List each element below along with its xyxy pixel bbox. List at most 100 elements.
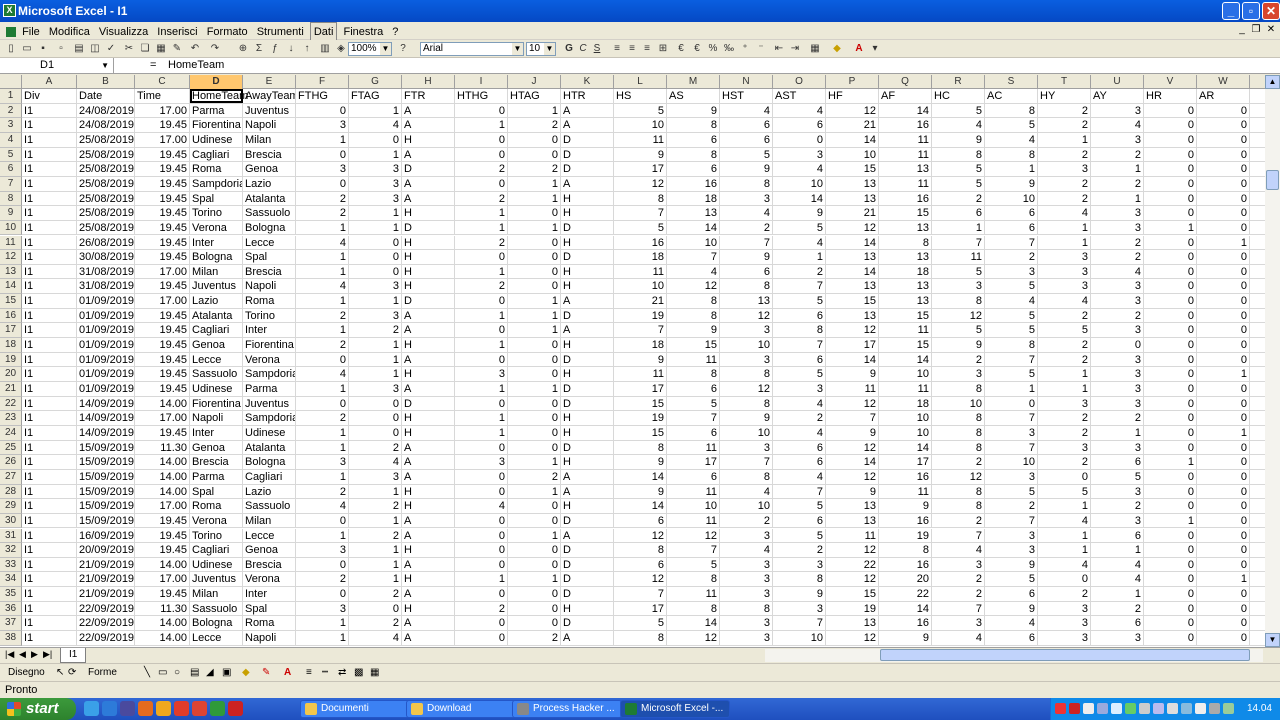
header-cell[interactable]: FTAG [349, 89, 402, 103]
table-cell[interactable]: 5 [985, 323, 1038, 338]
table-cell[interactable]: 0 [296, 352, 349, 367]
table-cell[interactable]: 19.45 [135, 367, 190, 382]
table-cell[interactable]: 4 [932, 631, 985, 646]
table-cell[interactable]: H [402, 499, 455, 514]
table-cell[interactable]: 1 [455, 425, 508, 440]
table-cell[interactable]: 1 [296, 220, 349, 235]
table-cell[interactable]: 7 [773, 616, 826, 631]
table-cell[interactable]: 16 [879, 469, 932, 484]
row-header[interactable]: 30 [0, 513, 22, 529]
table-cell[interactable]: 8 [932, 382, 985, 396]
row-header[interactable]: 31 [0, 528, 22, 544]
table-cell[interactable]: D [561, 308, 614, 323]
tray-icon[interactable] [1111, 703, 1122, 714]
table-cell[interactable]: 0 [1144, 411, 1197, 426]
table-cell[interactable]: A [402, 616, 455, 631]
row-header[interactable]: 28 [0, 484, 22, 500]
table-cell[interactable]: 3 [1038, 631, 1091, 646]
column-header-q[interactable]: Q [879, 75, 932, 89]
table-cell[interactable]: 1 [296, 382, 349, 396]
table-cell[interactable]: 0 [455, 513, 508, 528]
table-cell[interactable]: 3 [773, 147, 826, 162]
table-cell[interactable]: 1 [296, 469, 349, 484]
table-cell[interactable]: 3 [932, 616, 985, 631]
table-cell[interactable]: 5 [1038, 323, 1091, 338]
table-cell[interactable]: 0 [508, 616, 561, 631]
row-header[interactable]: 14 [0, 279, 22, 295]
table-cell[interactable]: Genoa [190, 440, 243, 455]
table-cell[interactable]: Sassuolo [243, 206, 296, 221]
vertical-scroll-thumb[interactable] [1266, 170, 1279, 190]
table-cell[interactable]: 6 [614, 513, 667, 528]
table-cell[interactable]: 6 [773, 455, 826, 470]
row-header[interactable]: 36 [0, 601, 22, 617]
table-cell[interactable]: 2 [508, 469, 561, 484]
close-icon[interactable]: ✕ [1262, 2, 1280, 20]
shadow-icon[interactable]: ▩ [354, 664, 363, 682]
table-cell[interactable]: 16/09/2019 [77, 528, 135, 543]
table-cell[interactable]: 0 [1038, 469, 1091, 484]
tray-icon[interactable] [1083, 703, 1094, 714]
table-cell[interactable]: 3 [932, 279, 985, 294]
table-cell[interactable]: 3 [1091, 220, 1144, 235]
sort-desc-icon[interactable]: ↑ [300, 42, 314, 56]
table-cell[interactable]: 10 [932, 396, 985, 411]
table-cell[interactable]: 14.00 [135, 631, 190, 646]
table-cell[interactable]: H [561, 455, 614, 470]
column-header-v[interactable]: V [1144, 75, 1197, 89]
table-cell[interactable]: 3 [349, 469, 402, 484]
autosum-icon[interactable]: Σ [252, 42, 266, 56]
table-cell[interactable]: 11.30 [135, 601, 190, 616]
table-cell[interactable]: 3 [349, 176, 402, 191]
last-sheet-icon[interactable]: ▶| [43, 649, 52, 660]
table-cell[interactable]: A [402, 147, 455, 162]
table-cell[interactable]: 2 [1091, 499, 1144, 514]
table-cell[interactable]: 5 [773, 499, 826, 514]
row-header[interactable]: 22 [0, 396, 22, 412]
table-cell[interactable]: Napoli [243, 279, 296, 294]
table-cell[interactable]: 1 [508, 572, 561, 587]
table-cell[interactable]: I1 [22, 631, 77, 646]
column-header-o[interactable]: O [773, 75, 826, 89]
currency-icon[interactable]: € [674, 42, 688, 56]
table-cell[interactable]: Sassuolo [190, 601, 243, 616]
minimize-icon[interactable]: _ [1222, 2, 1240, 20]
table-cell[interactable]: 3 [773, 382, 826, 396]
table-cell[interactable]: 0 [1144, 499, 1197, 514]
table-cell[interactable]: I1 [22, 250, 77, 265]
column-header-c[interactable]: C [135, 75, 190, 89]
table-cell[interactable]: 15 [614, 396, 667, 411]
table-cell[interactable]: Roma [190, 499, 243, 514]
cut-icon[interactable]: ✂ [122, 42, 136, 56]
table-cell[interactable]: Atalanta [190, 308, 243, 323]
table-cell[interactable]: 17.00 [135, 572, 190, 587]
table-cell[interactable]: 8 [879, 235, 932, 250]
table-cell[interactable]: 5 [932, 162, 985, 177]
table-cell[interactable]: 19.45 [135, 162, 190, 177]
header-cell[interactable]: HR [1144, 89, 1197, 103]
table-cell[interactable]: 0 [1144, 162, 1197, 177]
table-cell[interactable]: I1 [22, 294, 77, 309]
table-cell[interactable]: 0 [1197, 382, 1250, 396]
table-cell[interactable]: 8 [985, 103, 1038, 118]
table-cell[interactable]: 3 [720, 572, 773, 587]
table-cell[interactable]: 10 [720, 499, 773, 514]
table-cell[interactable]: 16 [879, 191, 932, 206]
table-cell[interactable]: 4 [985, 132, 1038, 147]
table-cell[interactable]: 7 [720, 455, 773, 470]
app-icon[interactable] [210, 701, 225, 716]
table-cell[interactable]: 3 [773, 557, 826, 572]
table-cell[interactable]: Inter [190, 235, 243, 250]
table-cell[interactable]: 0 [508, 147, 561, 162]
table-cell[interactable]: 12 [667, 528, 720, 543]
table-cell[interactable]: 19.45 [135, 528, 190, 543]
table-cell[interactable]: 0 [1197, 411, 1250, 426]
table-cell[interactable]: 12 [826, 543, 879, 558]
table-cell[interactable]: 0 [296, 587, 349, 602]
table-cell[interactable]: H [402, 250, 455, 265]
tray-icon[interactable] [1195, 703, 1206, 714]
table-cell[interactable]: D [402, 162, 455, 177]
table-cell[interactable]: 6 [773, 513, 826, 528]
table-cell[interactable]: Brescia [190, 455, 243, 470]
table-cell[interactable]: 1 [1038, 367, 1091, 382]
